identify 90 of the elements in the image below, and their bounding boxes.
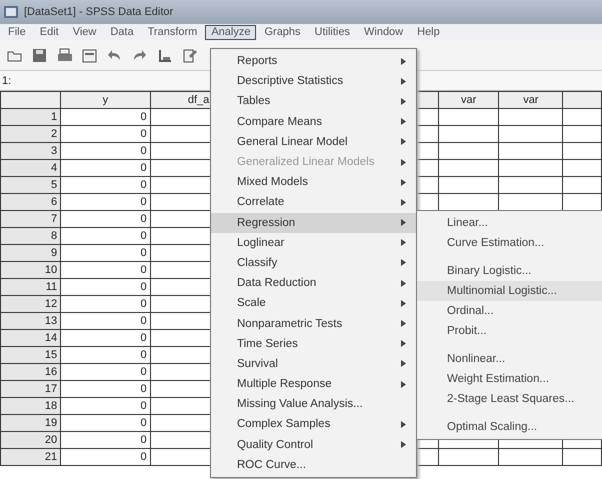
table-cell[interactable]: 0 — [60, 160, 150, 176]
row-number[interactable]: 20 — [0, 432, 61, 448]
table-cell[interactable]: 0 — [60, 228, 150, 244]
menu-item[interactable]: 2-Stage Least Squares... — [417, 389, 602, 409]
menu-item[interactable]: Linear... — [417, 213, 602, 233]
row-number[interactable]: 8 — [0, 228, 61, 244]
table-cell[interactable]: 0 — [60, 346, 150, 364]
menu-item[interactable]: Ordinal... — [417, 301, 602, 321]
menu-item[interactable]: Complex Samples — [211, 414, 416, 435]
menu-item[interactable]: Survival — [211, 354, 416, 374]
menu-item[interactable]: Multinomial Logistic... — [417, 281, 602, 301]
menu-item[interactable]: Help — [411, 24, 446, 40]
column-header[interactable]: var — [438, 92, 499, 108]
menu-item[interactable]: Time Series — [211, 334, 416, 354]
row-number[interactable]: 5 — [0, 176, 61, 194]
table-cell[interactable]: 0 — [60, 176, 150, 194]
table-cell[interactable]: 0 — [60, 448, 150, 466]
menu-item[interactable]: Data — [104, 24, 140, 40]
table-cell[interactable]: 0 — [60, 398, 150, 414]
printer-icon[interactable] — [56, 46, 73, 64]
menu-item[interactable]: View — [66, 24, 102, 40]
menu-item[interactable]: Analyze — [205, 24, 256, 40]
table-cell[interactable]: 0 — [60, 364, 150, 380]
row-number[interactable]: 16 — [0, 364, 61, 380]
menu-item[interactable]: Utilities — [308, 24, 356, 40]
row-number[interactable]: 2 — [0, 126, 61, 142]
menu-item[interactable]: Compare Means — [211, 112, 416, 132]
table-cell[interactable]: 0 — [60, 262, 150, 278]
menu-item[interactable]: Multiple Response — [211, 374, 416, 394]
dialog-icon[interactable] — [81, 46, 98, 64]
menu-item[interactable]: Classify — [211, 252, 416, 274]
menu-item[interactable]: Edit — [34, 24, 65, 40]
row-number[interactable]: 3 — [0, 142, 61, 160]
row-number[interactable]: 17 — [0, 380, 61, 398]
menu-item[interactable]: Correlate — [211, 192, 416, 212]
menu-item[interactable]: Nonlinear... — [417, 349, 602, 369]
table-cell[interactable]: 0 — [60, 414, 150, 432]
menu-item[interactable]: Transform — [142, 24, 204, 40]
row-number[interactable]: 4 — [0, 160, 61, 176]
row-number[interactable]: 6 — [0, 194, 61, 210]
row-number[interactable]: 14 — [0, 330, 61, 346]
menu-item[interactable]: Weight Estimation... — [417, 369, 602, 389]
app-icon — [4, 6, 18, 18]
row-number[interactable]: 13 — [0, 312, 61, 330]
table-cell[interactable]: 0 — [60, 108, 150, 126]
menu-item[interactable]: Curve Estimation... — [417, 233, 602, 253]
menu-item[interactable]: Window — [358, 24, 410, 40]
table-cell[interactable]: 0 — [60, 296, 150, 312]
row-number[interactable]: 15 — [0, 346, 61, 364]
row-number[interactable]: 7 — [0, 210, 61, 228]
menu-item[interactable]: Loglinear — [211, 232, 416, 253]
column-header[interactable]: var — [498, 92, 563, 108]
row-number[interactable]: 21 — [0, 448, 61, 466]
table-cell[interactable]: 0 — [60, 432, 150, 448]
table-cell[interactable]: 0 — [60, 380, 150, 398]
menu-item[interactable]: Missing Value Analysis... — [211, 394, 416, 414]
menu-item[interactable]: ROC Curve... — [211, 454, 416, 475]
column-header[interactable]: y — [60, 92, 150, 108]
save-icon[interactable] — [31, 46, 48, 64]
table-cell[interactable]: 0 — [60, 194, 150, 210]
window-title: [DataSet1] - SPSS Data Editor — [24, 6, 174, 18]
menu-item[interactable]: Probit... — [417, 321, 602, 341]
table-cell[interactable]: 0 — [60, 278, 150, 296]
menu-item[interactable]: Graphs — [258, 24, 307, 40]
row-number[interactable]: 11 — [0, 278, 61, 296]
table-cell[interactable]: 0 — [60, 244, 150, 262]
menu-item[interactable]: Descriptive Statistics — [211, 71, 416, 92]
row-number[interactable]: 1 — [0, 108, 61, 126]
menu-item[interactable]: Regression — [211, 212, 416, 233]
menu-item[interactable]: Optimal Scaling... — [417, 417, 602, 437]
row-number[interactable]: 18 — [0, 398, 61, 414]
menu-item[interactable]: Data Reduction — [211, 273, 416, 294]
menu-item[interactable]: Quality Control — [211, 434, 416, 455]
menu-item[interactable]: Binary Logistic... — [417, 261, 602, 281]
menu-item[interactable]: Scale — [211, 293, 416, 314]
variables-icon[interactable] — [181, 46, 198, 64]
menu-item[interactable]: Mixed Models — [211, 172, 416, 192]
row-number[interactable]: 19 — [0, 414, 61, 432]
cell-reference: 1: — [2, 74, 12, 86]
table-cell[interactable]: 0 — [60, 210, 150, 228]
table-cell[interactable]: 0 — [60, 330, 150, 346]
row-number[interactable]: 9 — [0, 244, 61, 262]
table-cell[interactable]: 0 — [60, 142, 150, 160]
menu-item[interactable]: File — [2, 24, 32, 40]
menu-item[interactable]: General Linear Model — [211, 132, 416, 152]
menu-item[interactable]: Nonparametric Tests — [211, 313, 416, 334]
row-number[interactable]: 10 — [0, 262, 61, 278]
table-cell[interactable]: 0 — [60, 126, 150, 142]
row-number[interactable]: 12 — [0, 296, 61, 312]
table-cell[interactable]: 0 — [60, 312, 150, 330]
